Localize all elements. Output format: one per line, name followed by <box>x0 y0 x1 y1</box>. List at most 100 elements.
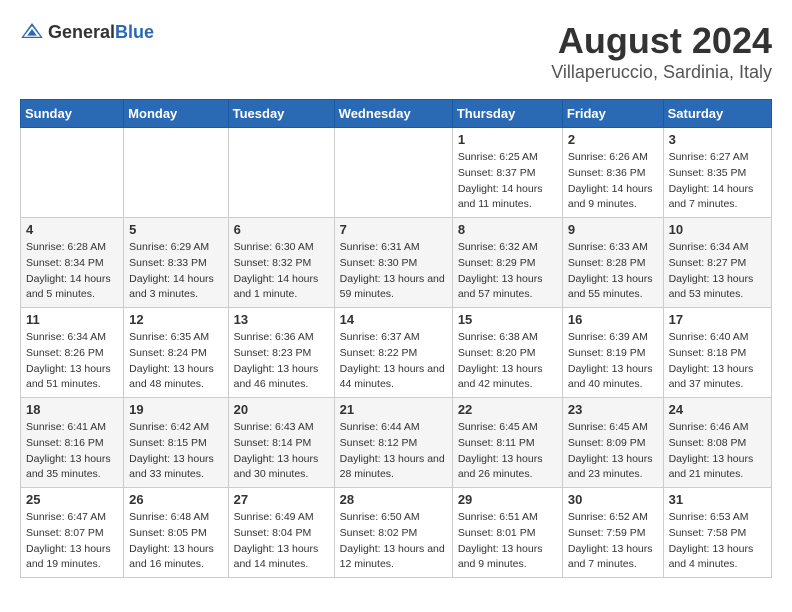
day-number: 31 <box>669 492 766 507</box>
day-cell-13: 13 Sunrise: 6:36 AMSunset: 8:23 PMDayligh… <box>228 308 334 398</box>
week-row-4: 18 Sunrise: 6:41 AMSunset: 8:16 PMDayligh… <box>21 398 772 488</box>
day-info: Sunrise: 6:32 AMSunset: 8:29 PMDaylight:… <box>458 240 557 303</box>
day-cell-4: 4Sunrise: 6:28 AMSunset: 8:34 PMDaylight… <box>21 218 124 308</box>
day-number: 23 <box>568 402 658 417</box>
week-row-5: 25 Sunrise: 6:47 AMSunset: 8:07 PMDayligh… <box>21 488 772 578</box>
day-number: 18 <box>26 402 118 417</box>
week-row-3: 11 Sunrise: 6:34 AMSunset: 8:26 PMDayligh… <box>21 308 772 398</box>
day-info: Sunrise: 6:26 AMSunset: 8:36 PMDaylight:… <box>568 150 658 213</box>
day-cell-27: 27Sunrise: 6:49 AMSunset: 8:04 PMDayligh… <box>228 488 334 578</box>
day-number: 27 <box>234 492 329 507</box>
day-info: Sunrise: 6:51 AMSunset: 8:01 PMDaylight:… <box>458 510 557 573</box>
day-cell-31: 31Sunrise: 6:53 AMSunset: 7:58 PMDayligh… <box>663 488 771 578</box>
day-info: Sunrise: 6:46 AMSunset: 8:08 PMDaylight:… <box>669 420 766 483</box>
day-info: Sunrise: 6:43 AMSunset: 8:14 PMDaylight:… <box>234 420 329 483</box>
calendar-table: SundayMondayTuesdayWednesdayThursdayFrid… <box>20 99 772 578</box>
column-header-wednesday: Wednesday <box>334 100 452 128</box>
day-cell-21: 21 Sunrise: 6:44 AMSunset: 8:12 PMDayligh… <box>334 398 452 488</box>
day-cell-26: 26Sunrise: 6:48 AMSunset: 8:05 PMDayligh… <box>124 488 228 578</box>
logo-general: General <box>48 22 115 42</box>
day-number: 25 <box>26 492 118 507</box>
day-info: Sunrise: 6:45 AMSunset: 8:11 PMDaylight:… <box>458 420 557 483</box>
day-info: Sunrise: 6:34 AMSunset: 8:27 PMDaylight:… <box>669 240 766 303</box>
day-cell-5: 5 Sunrise: 6:29 AMSunset: 8:33 PMDaylight… <box>124 218 228 308</box>
day-info: Sunrise: 6:29 AMSunset: 8:33 PMDaylight:… <box>129 240 222 303</box>
empty-cell <box>228 128 334 218</box>
day-info: Sunrise: 6:37 AMSunset: 8:22 PMDaylight:… <box>340 330 447 393</box>
header-row: SundayMondayTuesdayWednesdayThursdayFrid… <box>21 100 772 128</box>
day-number: 11 <box>26 312 118 327</box>
day-number: 13 <box>234 312 329 327</box>
day-number: 16 <box>568 312 658 327</box>
day-info: Sunrise: 6:52 AMSunset: 7:59 PMDaylight:… <box>568 510 658 573</box>
day-cell-9: 9 Sunrise: 6:33 AMSunset: 8:28 PMDaylight… <box>562 218 663 308</box>
day-cell-8: 8 Sunrise: 6:32 AMSunset: 8:29 PMDaylight… <box>452 218 562 308</box>
day-number: 14 <box>340 312 447 327</box>
day-info: Sunrise: 6:40 AMSunset: 8:18 PMDaylight:… <box>669 330 766 393</box>
day-info: Sunrise: 6:38 AMSunset: 8:20 PMDaylight:… <box>458 330 557 393</box>
day-number: 12 <box>129 312 222 327</box>
day-info: Sunrise: 6:41 AMSunset: 8:16 PMDaylight:… <box>26 420 118 483</box>
title-block: August 2024 Villaperuccio, Sardinia, Ita… <box>551 20 772 83</box>
day-cell-16: 16 Sunrise: 6:39 AMSunset: 8:19 PMDayligh… <box>562 308 663 398</box>
logo-blue: Blue <box>115 22 154 42</box>
day-number: 21 <box>340 402 447 417</box>
day-number: 6 <box>234 222 329 237</box>
day-number: 22 <box>458 402 557 417</box>
day-cell-29: 29 Sunrise: 6:51 AMSunset: 8:01 PMDayligh… <box>452 488 562 578</box>
column-header-tuesday: Tuesday <box>228 100 334 128</box>
day-info: Sunrise: 6:47 AMSunset: 8:07 PMDaylight:… <box>26 510 118 573</box>
day-info: Sunrise: 6:42 AMSunset: 8:15 PMDaylight:… <box>129 420 222 483</box>
day-info: Sunrise: 6:48 AMSunset: 8:05 PMDaylight:… <box>129 510 222 573</box>
day-info: Sunrise: 6:39 AMSunset: 8:19 PMDaylight:… <box>568 330 658 393</box>
column-header-monday: Monday <box>124 100 228 128</box>
day-info: Sunrise: 6:33 AMSunset: 8:28 PMDaylight:… <box>568 240 658 303</box>
column-header-thursday: Thursday <box>452 100 562 128</box>
day-info: Sunrise: 6:36 AMSunset: 8:23 PMDaylight:… <box>234 330 329 393</box>
logo-icon <box>20 20 44 44</box>
day-cell-30: 30 Sunrise: 6:52 AMSunset: 7:59 PMDayligh… <box>562 488 663 578</box>
day-cell-25: 25 Sunrise: 6:47 AMSunset: 8:07 PMDayligh… <box>21 488 124 578</box>
day-info: Sunrise: 6:27 AMSunset: 8:35 PMDaylight:… <box>669 150 766 213</box>
day-cell-7: 7Sunrise: 6:31 AMSunset: 8:30 PMDaylight… <box>334 218 452 308</box>
day-number: 5 <box>129 222 222 237</box>
day-number: 20 <box>234 402 329 417</box>
day-number: 19 <box>129 402 222 417</box>
day-cell-20: 20 Sunrise: 6:43 AMSunset: 8:14 PMDayligh… <box>228 398 334 488</box>
empty-cell <box>124 128 228 218</box>
day-cell-28: 28Sunrise: 6:50 AMSunset: 8:02 PMDayligh… <box>334 488 452 578</box>
subtitle: Villaperuccio, Sardinia, Italy <box>551 62 772 83</box>
day-number: 8 <box>458 222 557 237</box>
day-number: 24 <box>669 402 766 417</box>
day-number: 29 <box>458 492 557 507</box>
day-info: Sunrise: 6:44 AMSunset: 8:12 PMDaylight:… <box>340 420 447 483</box>
day-cell-17: 17 Sunrise: 6:40 AMSunset: 8:18 PMDayligh… <box>663 308 771 398</box>
day-info: Sunrise: 6:30 AMSunset: 8:32 PMDaylight:… <box>234 240 329 303</box>
day-number: 17 <box>669 312 766 327</box>
day-number: 9 <box>568 222 658 237</box>
day-number: 10 <box>669 222 766 237</box>
day-cell-11: 11 Sunrise: 6:34 AMSunset: 8:26 PMDayligh… <box>21 308 124 398</box>
day-cell-24: 24 Sunrise: 6:46 AMSunset: 8:08 PMDayligh… <box>663 398 771 488</box>
day-number: 3 <box>669 132 766 147</box>
day-cell-18: 18 Sunrise: 6:41 AMSunset: 8:16 PMDayligh… <box>21 398 124 488</box>
day-cell-1: 1Sunrise: 6:25 AMSunset: 8:37 PMDaylight… <box>452 128 562 218</box>
day-number: 15 <box>458 312 557 327</box>
day-cell-19: 19 Sunrise: 6:42 AMSunset: 8:15 PMDayligh… <box>124 398 228 488</box>
day-cell-10: 10 Sunrise: 6:34 AMSunset: 8:27 PMDayligh… <box>663 218 771 308</box>
day-number: 7 <box>340 222 447 237</box>
day-info: Sunrise: 6:50 AMSunset: 8:02 PMDaylight:… <box>340 510 447 573</box>
day-cell-23: 23 Sunrise: 6:45 AMSunset: 8:09 PMDayligh… <box>562 398 663 488</box>
day-number: 2 <box>568 132 658 147</box>
day-info: Sunrise: 6:35 AMSunset: 8:24 PMDaylight:… <box>129 330 222 393</box>
day-info: Sunrise: 6:34 AMSunset: 8:26 PMDaylight:… <box>26 330 118 393</box>
day-cell-2: 2 Sunrise: 6:26 AMSunset: 8:36 PMDaylight… <box>562 128 663 218</box>
empty-cell <box>334 128 452 218</box>
week-row-1: 1Sunrise: 6:25 AMSunset: 8:37 PMDaylight… <box>21 128 772 218</box>
day-number: 30 <box>568 492 658 507</box>
day-cell-12: 12 Sunrise: 6:35 AMSunset: 8:24 PMDayligh… <box>124 308 228 398</box>
day-cell-3: 3 Sunrise: 6:27 AMSunset: 8:35 PMDaylight… <box>663 128 771 218</box>
day-info: Sunrise: 6:25 AMSunset: 8:37 PMDaylight:… <box>458 150 557 213</box>
day-info: Sunrise: 6:45 AMSunset: 8:09 PMDaylight:… <box>568 420 658 483</box>
column-header-saturday: Saturday <box>663 100 771 128</box>
